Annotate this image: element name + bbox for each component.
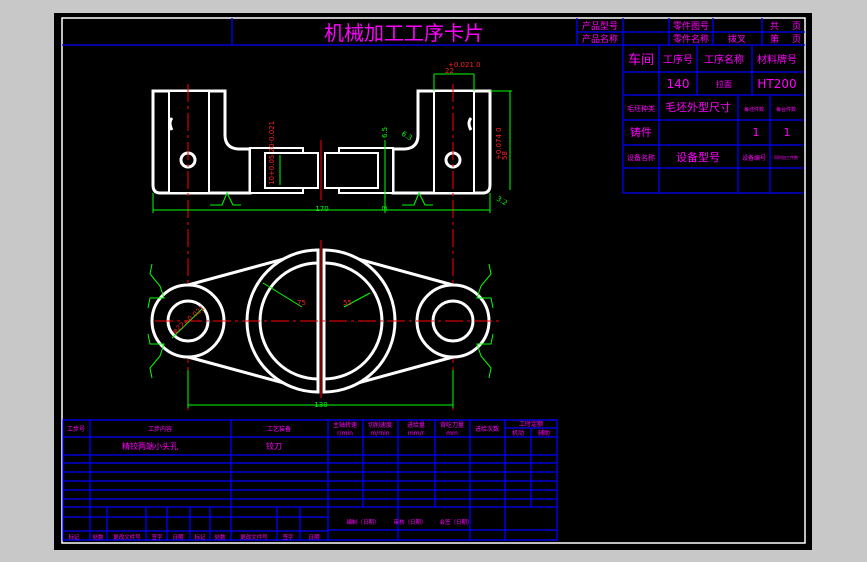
footer-change-doc-2: 更改文件号 [240, 533, 268, 541]
footer-date-2: 日期 [308, 534, 320, 541]
blank-pieces-label: 每坯件数 [744, 106, 764, 113]
dim-r-left: 75 [297, 299, 306, 307]
equipment-name-label: 设备名称 [627, 153, 655, 162]
product-name-label: 产品名称 [582, 33, 618, 45]
op-no-label: 工序号 [663, 53, 693, 66]
footer-signature-2: 签字 [282, 533, 294, 541]
part-drawing-no-label: 零件图号 [673, 20, 709, 32]
col-equipment: 工艺装备 [267, 425, 291, 433]
dim-slot: 10+0.05 20-0.021 [268, 121, 276, 185]
sheet-page-label: 页 [792, 34, 801, 45]
dim-r-right: 55 [343, 299, 352, 307]
equipment-cell: 铰刀 [266, 441, 282, 451]
col-step-content: 工步内容 [148, 425, 172, 433]
product-model-label: 产品型号 [582, 20, 618, 32]
col-spindle-speed: 主轴转速 [333, 421, 357, 429]
footer-count-1: 处数 [92, 533, 104, 541]
col-depth: 背吃刀量 [440, 421, 464, 429]
col-passes: 进给次数 [475, 425, 499, 433]
footer-mark-1: 标记 [68, 533, 80, 541]
col-aux-time: 辅助 [538, 429, 550, 437]
material-label: 材料牌号 [757, 53, 797, 66]
footer-count-2: 处数 [214, 533, 226, 541]
blank-type-label: 毛坯种类 [627, 104, 655, 113]
footer-countersigned: 会签（日期） [439, 518, 472, 526]
op-no-value: 140 [667, 77, 690, 91]
blank-size-label: 毛坯外型尺寸 [665, 100, 731, 114]
dim-tol-top: +0.021 0 [448, 61, 481, 69]
footer-signature-1: 签字 [151, 533, 163, 541]
op-name-label: 工序名称 [704, 53, 744, 66]
footer-change-doc-1: 更改文件号 [113, 533, 141, 541]
dim-overall-bottom: 130 [314, 401, 327, 409]
part-name-value: 拨叉 [728, 33, 746, 45]
step-content-cell: 精铰两端小头孔 [122, 441, 178, 451]
blank-type-value: 铸件 [630, 125, 652, 139]
footer-date-1: 日期 [172, 534, 184, 541]
col-cut-speed-unit: m/min [370, 430, 389, 437]
concurrent-label: 同时加工件数 [774, 154, 798, 160]
col-machine-time: 机动 [512, 429, 524, 437]
material-value: HT200 [757, 77, 796, 91]
op-name-value: 拉面 [716, 79, 732, 89]
part-name-label: 零件名称 [673, 33, 709, 45]
header-table: 产品型号 产品名称 零件图号 零件名称 拨叉 共 页 第 页 [576, 18, 805, 45]
card-title: 机械加工工序卡片 [324, 21, 484, 45]
workshop-label: 车间 [628, 52, 654, 68]
sheet-label: 第 [770, 33, 779, 45]
dim-tol-right: +0.074 0 [495, 127, 503, 160]
drawing-sheet: 机械加工工序卡片 产品型号 产品名称 零件图号 零件名称 拨叉 共 页 第 页 … [54, 13, 812, 550]
dim-6-5: 6.5 [381, 127, 389, 138]
page-label: 页 [792, 21, 801, 32]
pieces-per-unit-label: 每台件数 [776, 106, 796, 113]
footer-mark-2: 标记 [194, 533, 206, 541]
footer-reviewed: 审核（日期） [393, 518, 426, 526]
blank-pieces-value: 1 [753, 126, 760, 139]
equipment-model-label: 设备型号 [676, 150, 720, 164]
col-feed: 进给量 [407, 421, 425, 429]
equipment-no-label: 设备编号 [742, 154, 766, 162]
col-depth-unit: mm [446, 430, 458, 437]
col-step-no: 工步号 [67, 425, 85, 433]
pieces-per-unit-value: 1 [784, 126, 791, 139]
total-label: 共 [770, 21, 779, 32]
col-time-quota: 工时定额 [519, 420, 543, 428]
dim-overall-top: 170 [315, 205, 328, 213]
col-spindle-unit: r/min [337, 430, 353, 437]
col-feed-unit: mm/r [408, 430, 425, 437]
footer-compiled: 编制（日期） [346, 518, 379, 526]
col-cut-speed: 切削速度 [368, 421, 392, 429]
